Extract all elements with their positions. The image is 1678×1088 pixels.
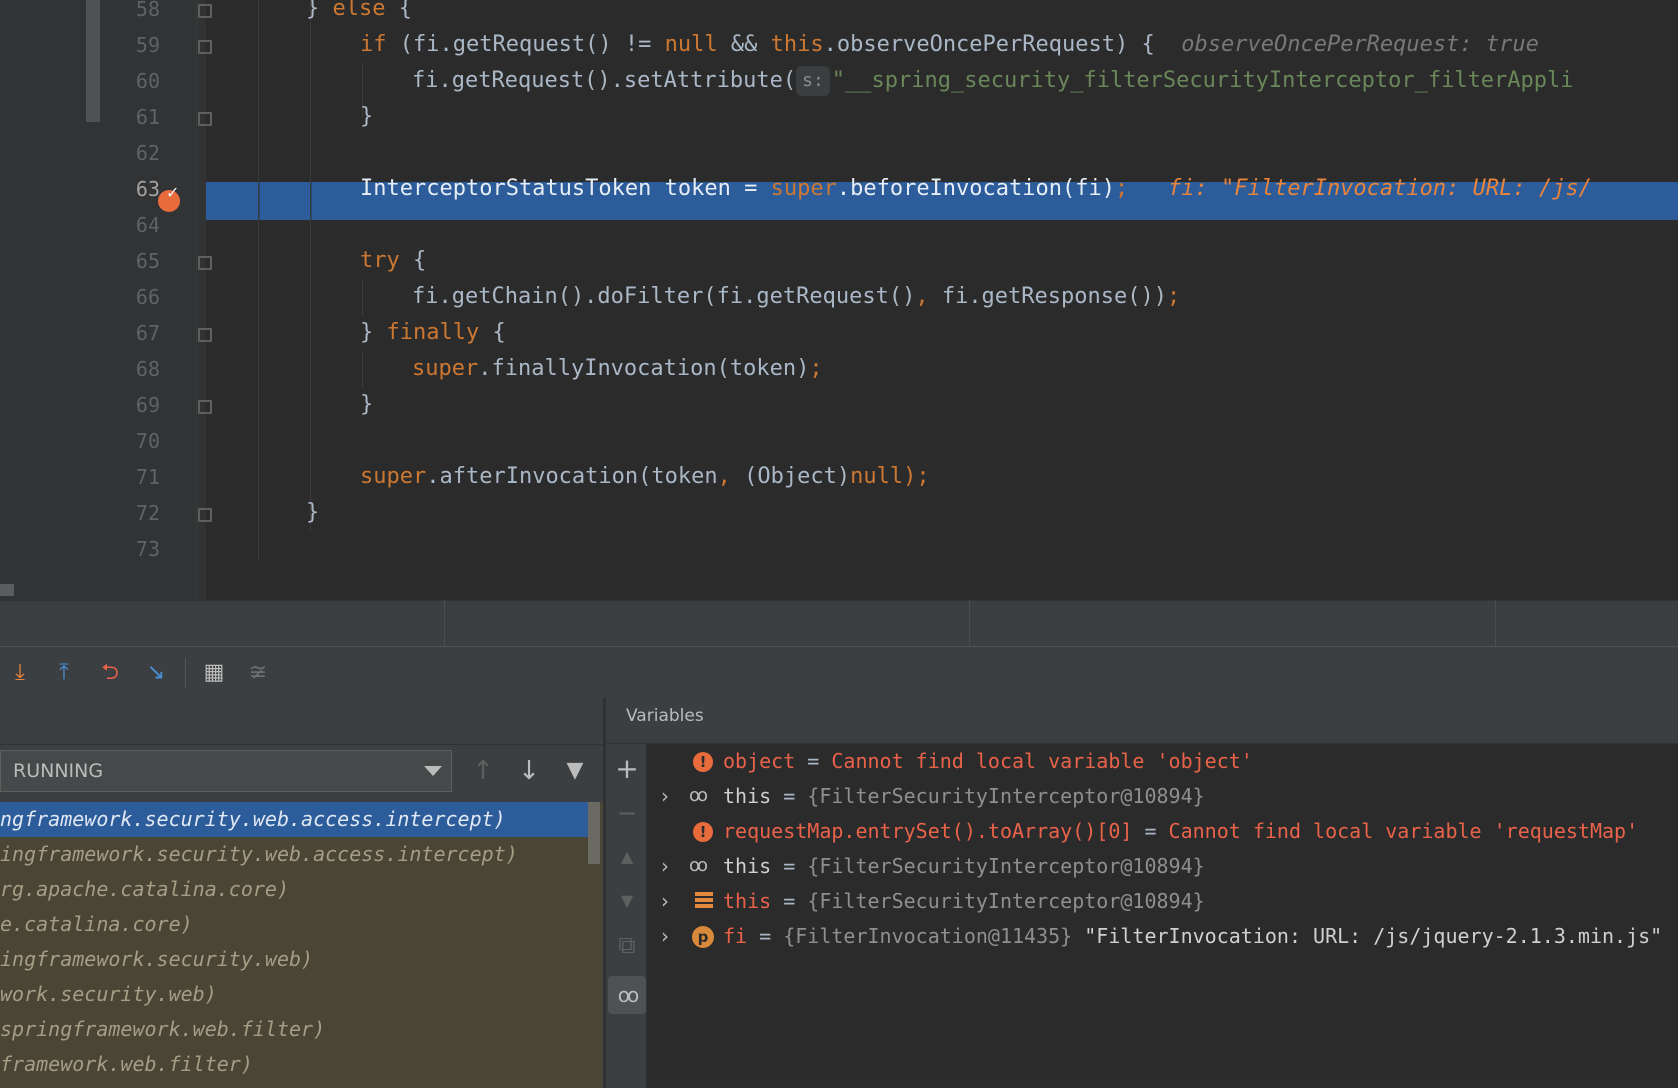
tab-separator [444, 600, 445, 646]
drop-frame-icon[interactable]: ⮌ [96, 660, 124, 686]
code-line-58[interactable]: } else { [306, 0, 1678, 28]
chevron-down-icon[interactable] [424, 766, 442, 776]
editor-scroll-marker [0, 584, 14, 596]
code-editor[interactable]: 58 59 60 61 62 63 64 65 66 67 68 69 70 7… [0, 0, 1678, 600]
line-number: 62 [135, 141, 160, 165]
line-number: 58 [135, 0, 160, 21]
arrow-up-icon[interactable]: ↑ [468, 756, 498, 786]
fold-marker-icon[interactable] [198, 4, 212, 18]
parameter-icon: p [692, 926, 714, 948]
stack-frame[interactable]: framework.web.filter) [0, 1047, 253, 1082]
variables-sidebar [606, 744, 647, 1088]
frames-header [0, 698, 603, 745]
line-number: 61 [135, 105, 160, 129]
chevron-right-icon[interactable]: › [661, 849, 669, 884]
error-icon: ! [693, 752, 713, 772]
stack-frame[interactable]: work.security.web) [0, 977, 217, 1012]
watch-icon: oo [689, 785, 708, 806]
fold-marker-icon[interactable] [198, 508, 212, 522]
variable-row[interactable]: object = Cannot find local variable 'obj… [723, 744, 1253, 779]
arrow-down-icon[interactable]: ↓ [514, 756, 544, 786]
stack-icon [695, 892, 713, 910]
code-line-61[interactable]: } [360, 98, 1678, 136]
chevron-right-icon[interactable]: › [661, 884, 669, 919]
step-out-icon[interactable]: ⤒ [50, 660, 78, 686]
inline-debug-value: fi: "FilterInvocation: URL: /js/ [1168, 176, 1592, 201]
line-number: 71 [135, 465, 160, 489]
variable-row[interactable]: this = {FilterSecurityInterceptor@10894} [723, 779, 1205, 814]
line-number: 67 [135, 321, 160, 345]
code-line-63[interactable]: InterceptorStatusToken token = super.bef… [360, 170, 1678, 208]
variable-row[interactable]: fi = {FilterInvocation@11435} "FilterInv… [723, 919, 1662, 954]
line-number: 72 [135, 501, 160, 525]
stack-frame[interactable]: ingframework.security.web) [0, 942, 313, 977]
run-to-cursor-icon[interactable]: ↘ [142, 660, 170, 686]
move-down-icon[interactable]: ▼ [612, 886, 642, 916]
line-number: 59 [135, 33, 160, 57]
indent-guide [310, 0, 311, 530]
code-line-66[interactable]: fi.getChain().doFilter(fi.getRequest(), … [412, 278, 1678, 316]
line-number-current: 63 [135, 177, 160, 201]
toolbar-separator [185, 658, 186, 688]
stack-frame[interactable]: e.catalina.core) [0, 907, 193, 942]
show-watches-icon[interactable]: oo [608, 976, 646, 1014]
fold-marker-icon[interactable] [198, 328, 212, 342]
thread-selector[interactable]: RUNNING [0, 750, 452, 792]
chevron-right-icon[interactable]: › [661, 919, 669, 954]
fold-marker-icon[interactable] [198, 400, 212, 414]
frames-scrollbar-thumb[interactable] [588, 802, 600, 864]
stack-frame[interactable]: ingframework.security.web.access.interce… [0, 837, 518, 872]
line-number: 68 [135, 357, 160, 381]
watch-icon: oo [689, 855, 708, 876]
line-number: 60 [135, 69, 160, 93]
code-line-59[interactable]: if (fi.getRequest() != null && this.obse… [360, 26, 1678, 64]
inline-debug-value: observeOncePerRequest: true [1181, 32, 1539, 57]
frames-list[interactable]: ngframework.security.web.access.intercep… [0, 802, 603, 1088]
code-line-65[interactable]: try { [360, 242, 1678, 280]
code-line-71[interactable]: super.afterInvocation(token, (Object)nul… [360, 458, 1678, 496]
editor-scrollbar-thumb[interactable] [86, 0, 100, 122]
add-watch-icon[interactable]: + [612, 754, 642, 784]
line-number: 65 [135, 249, 160, 273]
breakpoint-verified-icon: ✓ [166, 183, 180, 202]
code-line-68[interactable]: super.finallyInvocation(token); [412, 350, 1678, 388]
parameter-hint: s: [796, 66, 830, 96]
fold-marker-icon[interactable] [198, 256, 212, 270]
indent-guide [258, 0, 259, 560]
line-number: 70 [135, 429, 160, 453]
move-up-icon[interactable]: ▲ [612, 842, 642, 872]
indent-guide [362, 280, 363, 316]
fold-marker-icon[interactable] [198, 40, 212, 54]
fold-marker-icon[interactable] [198, 112, 212, 126]
code-line-69[interactable]: } [360, 386, 1678, 424]
duplicate-watch-icon[interactable]: ⧉ [612, 930, 642, 960]
trace-icon[interactable]: ≆ [244, 660, 272, 686]
step-into-icon[interactable]: ⤓ [6, 660, 34, 686]
chevron-right-icon[interactable]: › [661, 779, 669, 814]
line-number: 66 [135, 285, 160, 309]
code-line-67[interactable]: } finally { [360, 314, 1678, 352]
code-line-60[interactable]: fi.getRequest().setAttribute(s: "__spring… [412, 62, 1678, 100]
line-number: 64 [135, 213, 160, 237]
evaluate-expression-icon[interactable]: ▦ [200, 660, 228, 686]
filter-icon[interactable]: ▼ [560, 756, 590, 786]
tab-separator [969, 600, 970, 646]
variable-row[interactable]: requestMap.entrySet().toArray()[0] = Can… [723, 814, 1638, 849]
variables-title: Variables [626, 706, 704, 726]
stack-frame[interactable]: rg.apache.catalina.core) [0, 872, 289, 907]
indent-guide [362, 352, 363, 388]
debug-tab-bar [0, 600, 1678, 647]
variable-row[interactable]: this = {FilterSecurityInterceptor@10894} [723, 884, 1205, 919]
code-line-72[interactable]: } [306, 494, 1678, 532]
variable-row[interactable]: this = {FilterSecurityInterceptor@10894} [723, 849, 1205, 884]
tab-separator [1495, 600, 1496, 646]
error-icon: ! [693, 822, 713, 842]
line-number: 73 [135, 537, 160, 561]
gutter-separator [196, 0, 197, 600]
stack-frame-selected[interactable]: ngframework.security.web.access.intercep… [0, 802, 588, 837]
stack-frame[interactable]: springframework.web.filter) [0, 1012, 325, 1047]
line-number: 69 [135, 393, 160, 417]
variables-tree[interactable]: ! object = Cannot find local variable 'o… [647, 744, 1678, 1088]
remove-watch-icon[interactable]: − [612, 798, 642, 828]
